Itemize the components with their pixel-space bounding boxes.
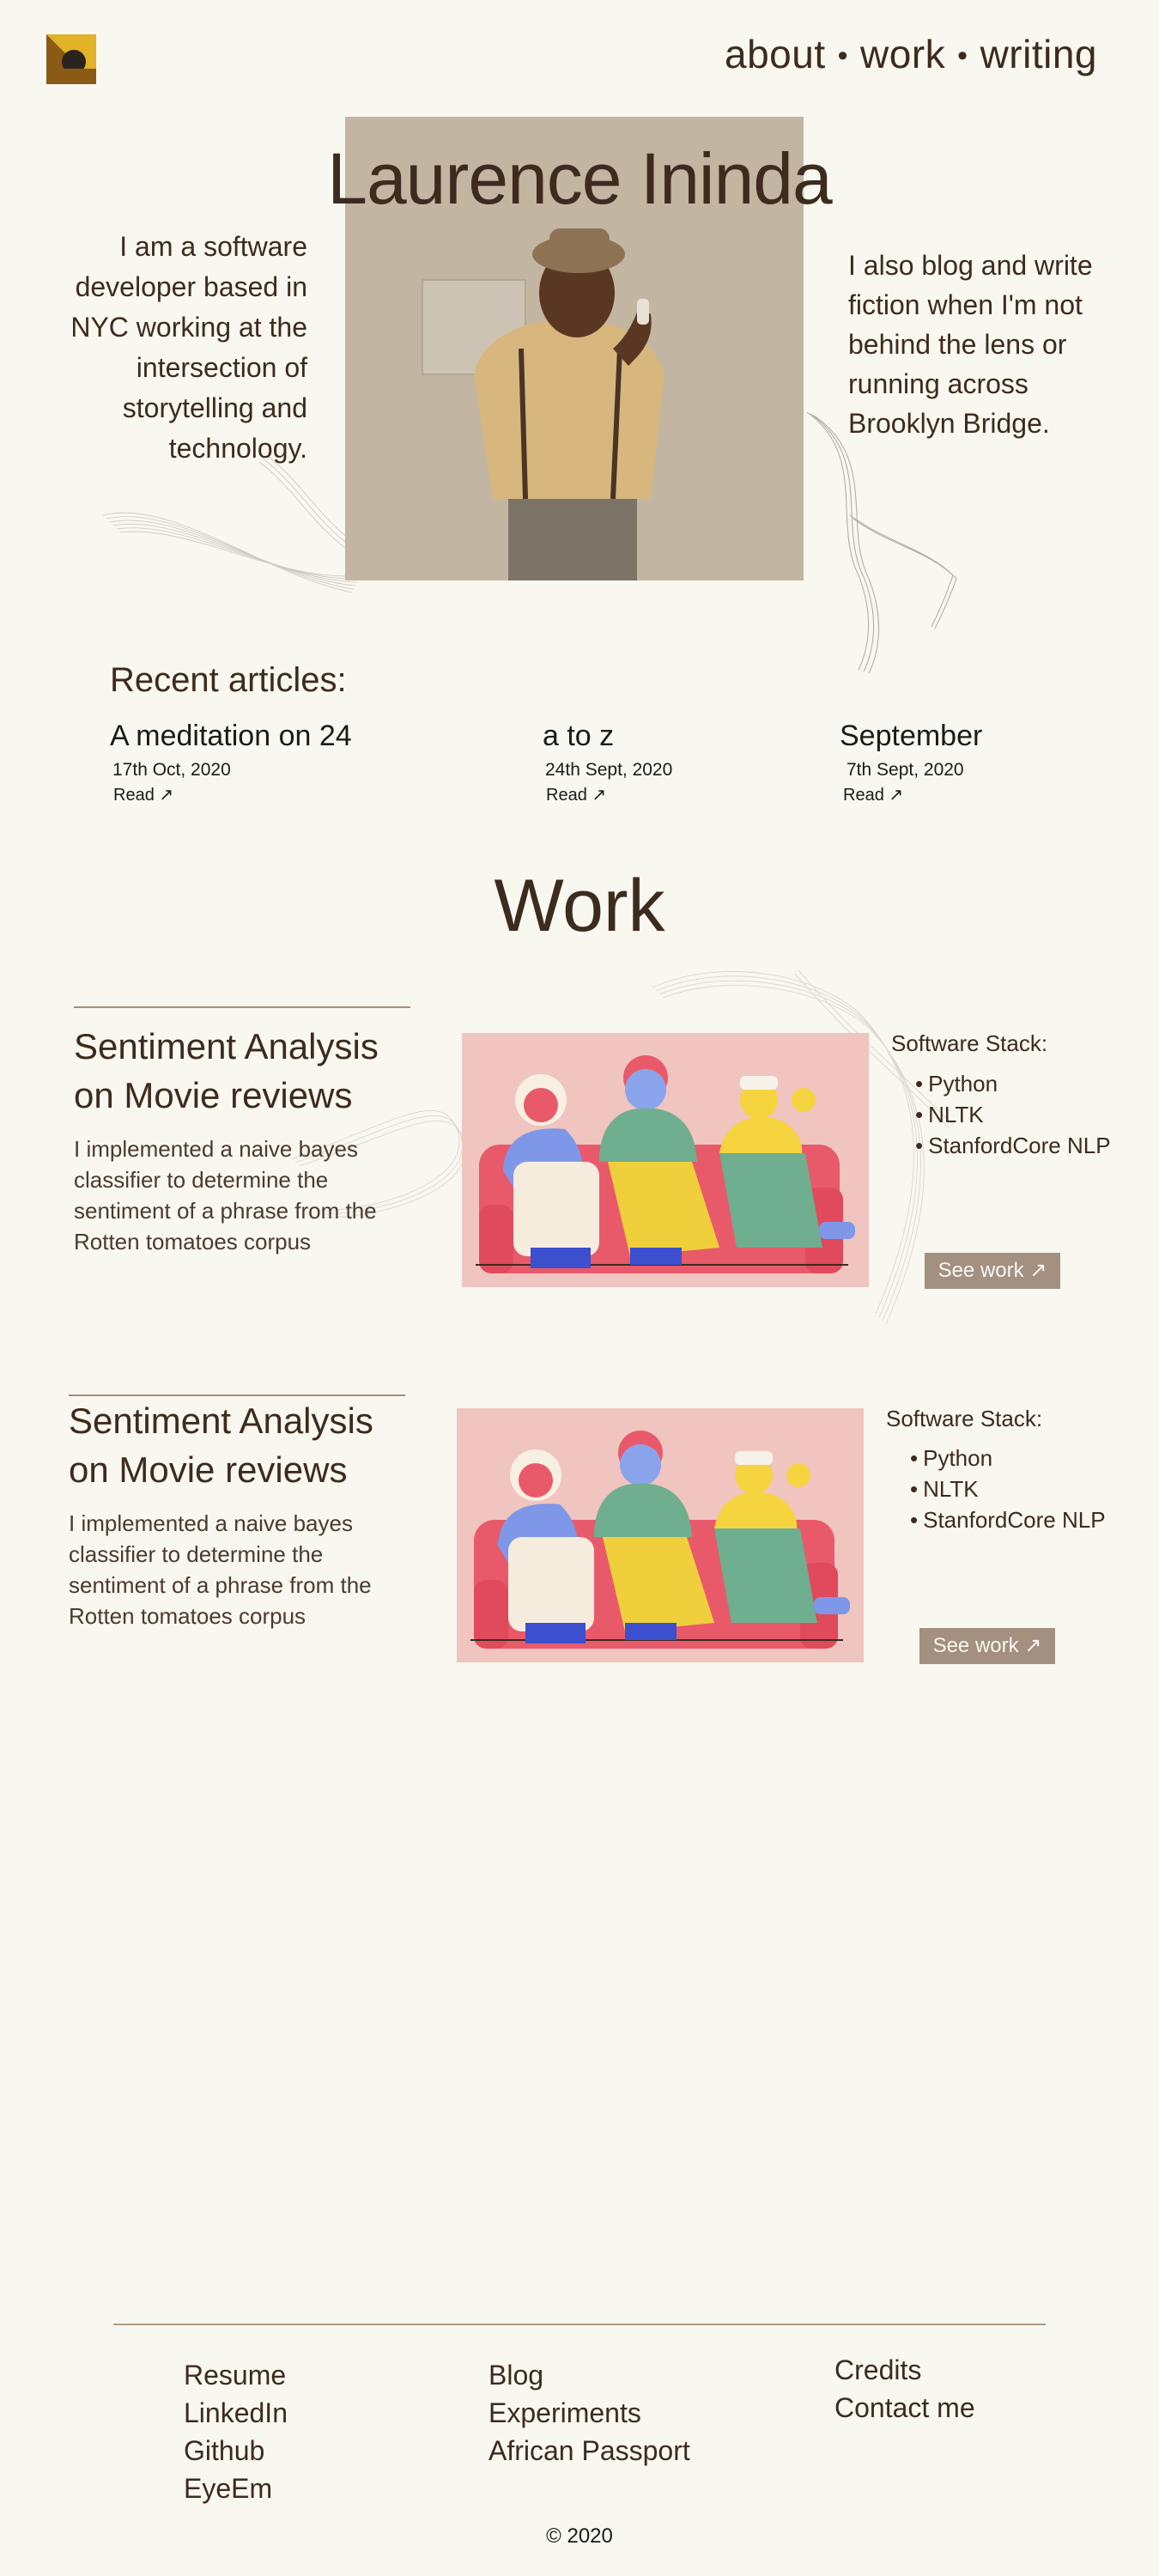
see-work-button[interactable]: See work ↗ [925, 1253, 1060, 1289]
footer-link-eyeem[interactable]: EyeEm [184, 2470, 288, 2507]
stack-item: NLTK [915, 1099, 1111, 1130]
footer-column-info: Credits Contact me [834, 2351, 975, 2427]
project-illustration [462, 1033, 869, 1287]
footer-link-experiments[interactable]: Experiments [488, 2394, 690, 2432]
project-title-line: on Movie reviews [74, 1075, 353, 1115]
project-description: I implemented a naive bayes classifier t… [69, 1510, 372, 1629]
nav-about[interactable]: about [725, 31, 826, 81]
intro-left-text: I am a software developer based in NYC w… [70, 231, 307, 464]
article-item: a to z 24th Sept, 2020 Read ↗ [543, 720, 672, 805]
nav-writing[interactable]: writing [980, 31, 1097, 81]
footer-column-profiles: Resume LinkedIn Github EyeEm [184, 2356, 288, 2507]
footer-link-credits[interactable]: Credits [834, 2351, 975, 2389]
see-work-button[interactable]: See work ↗ [919, 1628, 1055, 1664]
nav-separator: • [957, 39, 968, 72]
software-stack-heading: Software Stack: [886, 1406, 1043, 1431]
nav-separator: • [837, 39, 849, 72]
decorative-swirl-hero-right [806, 411, 957, 674]
project-description: I implemented a naive bayes classifier t… [74, 1136, 377, 1255]
footer-link-contact[interactable]: Contact me [834, 2389, 975, 2427]
project-title-line: Sentiment Analysis [74, 1026, 379, 1066]
software-stack-heading: Software Stack: [891, 1030, 1048, 1056]
copyright-text: © 2020 [546, 2524, 613, 2548]
article-title[interactable]: a to z [543, 720, 672, 753]
project-divider [74, 1006, 410, 1008]
article-title[interactable]: September [840, 720, 982, 753]
article-title[interactable]: A meditation on 24 [110, 720, 352, 753]
article-date: 7th Sept, 2020 [846, 760, 964, 780]
project-title: Sentiment Analysis on Movie reviews [74, 1022, 434, 1120]
project-title-line: Sentiment Analysis [69, 1400, 373, 1441]
main-nav: about • work • writing [725, 31, 1097, 81]
article-item: A meditation on 24 17th Oct, 2020 Read ↗ [110, 720, 352, 805]
nav-work[interactable]: work [860, 31, 945, 81]
stack-item: Python [910, 1443, 1106, 1473]
software-stack-list: Python NLTK StanfordCore NLP [915, 1068, 1111, 1161]
logo-icon[interactable] [46, 34, 96, 84]
stack-item: StanfordCore NLP [915, 1130, 1110, 1161]
project-illustration [457, 1408, 864, 1662]
stack-item: NLTK [910, 1473, 1106, 1504]
footer-link-blog[interactable]: Blog [488, 2356, 690, 2394]
articles-heading: Recent articles: [110, 661, 347, 699]
footer-link-resume[interactable]: Resume [184, 2356, 288, 2394]
project-title-line: on Movie reviews [69, 1449, 348, 1490]
article-date: 17th Oct, 2020 [112, 760, 231, 780]
article-item: September 7th Sept, 2020 Read ↗ [840, 720, 982, 805]
footer-link-github[interactable]: Github [184, 2432, 288, 2470]
stack-item: Python [915, 1068, 1111, 1099]
software-stack-list: Python NLTK StanfordCore NLP [910, 1443, 1106, 1535]
article-read-link[interactable]: Read ↗ [546, 784, 672, 805]
work-heading: Work [494, 865, 665, 947]
stack-item: StanfordCore NLP [910, 1504, 1105, 1535]
intro-right-text: I also blog and write fiction when I'm n… [848, 250, 1093, 439]
decorative-swirl-hero-left [102, 454, 361, 593]
footer-divider [113, 2324, 1046, 2325]
project-title: Sentiment Analysis on Movie reviews [69, 1396, 429, 1494]
article-date: 24th Sept, 2020 [545, 760, 673, 780]
footer-link-african-passport[interactable]: African Passport [488, 2432, 690, 2470]
hero-name: Laurence Ininda [327, 138, 832, 219]
article-read-link[interactable]: Read ↗ [843, 784, 982, 805]
article-read-link[interactable]: Read ↗ [113, 784, 352, 805]
footer-link-linkedin[interactable]: LinkedIn [184, 2394, 288, 2432]
footer-column-projects: Blog Experiments African Passport [488, 2356, 690, 2470]
